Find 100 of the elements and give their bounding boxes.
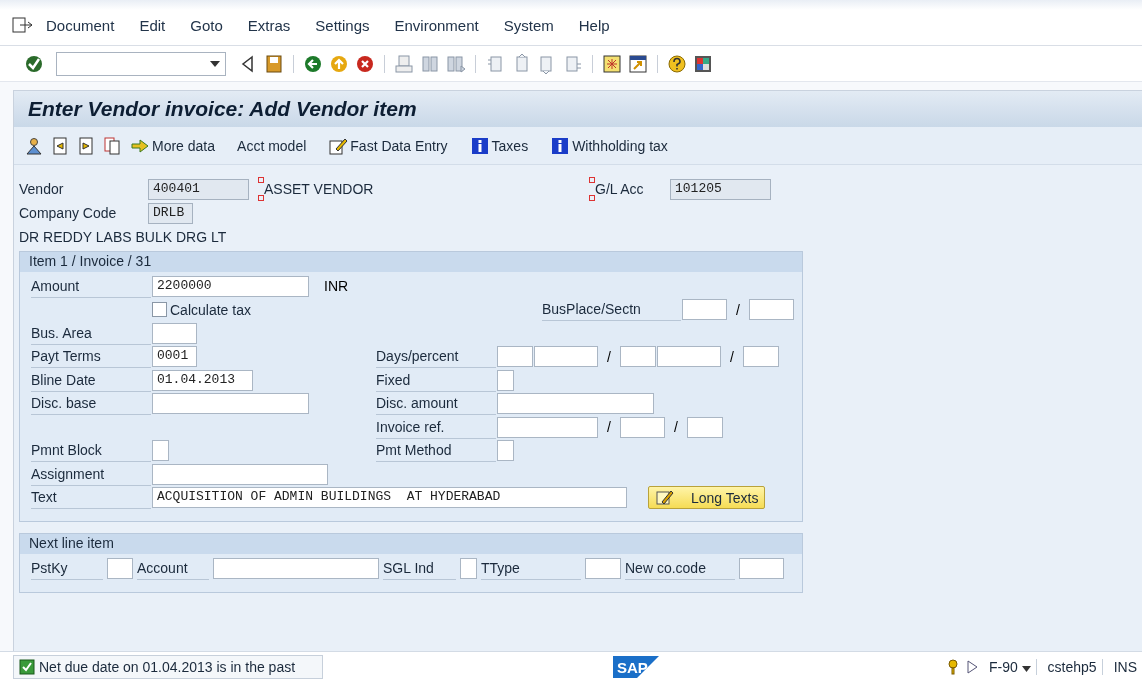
field-label: G/L Acc [595, 181, 645, 197]
menu-item[interactable]: Extras [247, 17, 291, 34]
input-field[interactable] [497, 393, 654, 414]
menu-item[interactable]: Edit [139, 17, 166, 34]
input-field[interactable] [497, 440, 514, 461]
input-field[interactable] [620, 346, 656, 367]
field-label: Pmnt Block [31, 439, 151, 462]
field-label: Invoice ref. [376, 415, 496, 439]
server-name: cstehp5 [1042, 658, 1103, 675]
transaction-code[interactable]: F-90 [983, 658, 1037, 675]
input-field: DRLB [148, 202, 193, 224]
input-field: 400401 [148, 178, 249, 200]
input-field[interactable] [152, 322, 197, 344]
input-field[interactable] [107, 557, 133, 579]
field-label: Pmt Method [376, 439, 496, 462]
input-field[interactable] [620, 416, 665, 438]
input-field[interactable] [497, 416, 598, 438]
input-field: 101205 [670, 178, 771, 200]
menu-icon[interactable] [12, 16, 34, 35]
new-window-icon[interactable] [602, 53, 622, 74]
person-icon[interactable] [24, 135, 44, 156]
checkmark-icon[interactable] [24, 53, 44, 74]
save-icon[interactable] [264, 53, 284, 74]
menu-item[interactable]: System [503, 17, 554, 34]
input-field[interactable] [152, 393, 309, 414]
input-field[interactable] [743, 346, 779, 367]
field-label: New co.code [625, 556, 735, 580]
help-icon[interactable] [667, 53, 687, 74]
input-field[interactable] [687, 416, 723, 438]
cancel-icon[interactable] [355, 53, 375, 74]
field-label: TType [481, 556, 581, 580]
required-marker-icon [589, 177, 595, 201]
field-label: Company Code [19, 205, 118, 221]
toolbar-button[interactable]: Withholding tax [548, 132, 670, 159]
info-icon [550, 135, 571, 156]
field-label: Disc. base [31, 392, 151, 415]
dropdown-caret-icon [1021, 665, 1031, 672]
field-label: SGL Ind [383, 556, 456, 580]
next-page-icon[interactable] [76, 135, 96, 156]
long-texts-button[interactable]: Long Texts [648, 486, 766, 509]
info-icon [469, 135, 490, 156]
input-field[interactable] [460, 557, 477, 579]
first-page-icon[interactable] [485, 53, 505, 74]
vendor-name: ASSET VENDOR [264, 181, 375, 197]
field-label: Assignment [31, 462, 151, 486]
layout-icon[interactable] [693, 53, 713, 74]
toolbar-button[interactable]: Fast Data Entry [326, 132, 450, 159]
input-field[interactable] [657, 346, 721, 367]
menu-item[interactable]: Goto [190, 17, 223, 34]
previous-page-icon[interactable] [50, 135, 70, 156]
group-title: Item 1 / Invoice / 31 [20, 252, 802, 272]
command-field[interactable] [56, 51, 226, 76]
menu-item[interactable]: Help [578, 17, 610, 34]
input-field[interactable] [739, 557, 784, 579]
copy-icon[interactable] [102, 135, 122, 156]
toolbar-button[interactable]: Acct model [235, 132, 309, 159]
input-field[interactable] [497, 346, 533, 367]
separator-slash: / [729, 348, 735, 365]
menu-item[interactable]: Settings [315, 17, 370, 34]
field-label: Days/percent [376, 345, 496, 368]
field-label: Text [31, 486, 151, 509]
play-icon[interactable] [965, 659, 978, 674]
field-label: Bline Date [31, 368, 151, 392]
success-icon [19, 658, 35, 675]
input-field[interactable] [152, 463, 328, 485]
separator-slash: / [735, 301, 741, 318]
insert-mode: INS [1112, 658, 1138, 675]
status-text: Net due date on 01.04.2013 is in the past [39, 658, 296, 675]
toolbar-button[interactable]: Taxes [467, 132, 531, 159]
menu-item[interactable]: Environment [394, 17, 479, 34]
key-icon [945, 658, 960, 675]
input-field[interactable] [213, 557, 379, 579]
currency-label: INR [324, 278, 349, 294]
field-label: Bus. Area [31, 321, 151, 345]
input-field[interactable] [682, 299, 727, 320]
input-field[interactable] [749, 299, 794, 320]
last-page-icon[interactable] [563, 53, 583, 74]
toolbar-button[interactable]: More data [128, 132, 218, 159]
company-name: DR REDDY LABS BULK DRG LT [19, 229, 228, 245]
input-field[interactable] [497, 369, 514, 391]
input-field[interactable]: 0001 [152, 346, 197, 367]
input-field[interactable] [585, 557, 621, 579]
menu-item[interactable]: Document [46, 17, 115, 34]
checkbox[interactable] [152, 302, 167, 317]
input-field[interactable]: ACQUISITION OF ADMIN BUILDINGS AT HYDERABAD [152, 487, 627, 508]
input-field[interactable]: 01.04.2013 [152, 369, 253, 391]
field-label: Account [137, 556, 209, 580]
shortcut-icon[interactable] [628, 53, 648, 74]
print-icon[interactable] [394, 53, 414, 74]
input-field[interactable] [534, 346, 598, 367]
group-title: Next line item [20, 533, 802, 554]
field-label: Amount [31, 274, 151, 298]
exit-icon[interactable] [329, 53, 349, 74]
back-icon[interactable] [303, 53, 323, 74]
checkbox-label: Calculate tax [170, 301, 252, 318]
required-marker-icon [258, 177, 264, 201]
input-field[interactable] [152, 440, 169, 461]
separator-slash: / [606, 419, 612, 435]
input-field[interactable]: 2200000 [152, 275, 309, 297]
field-label: Vendor [19, 181, 65, 197]
